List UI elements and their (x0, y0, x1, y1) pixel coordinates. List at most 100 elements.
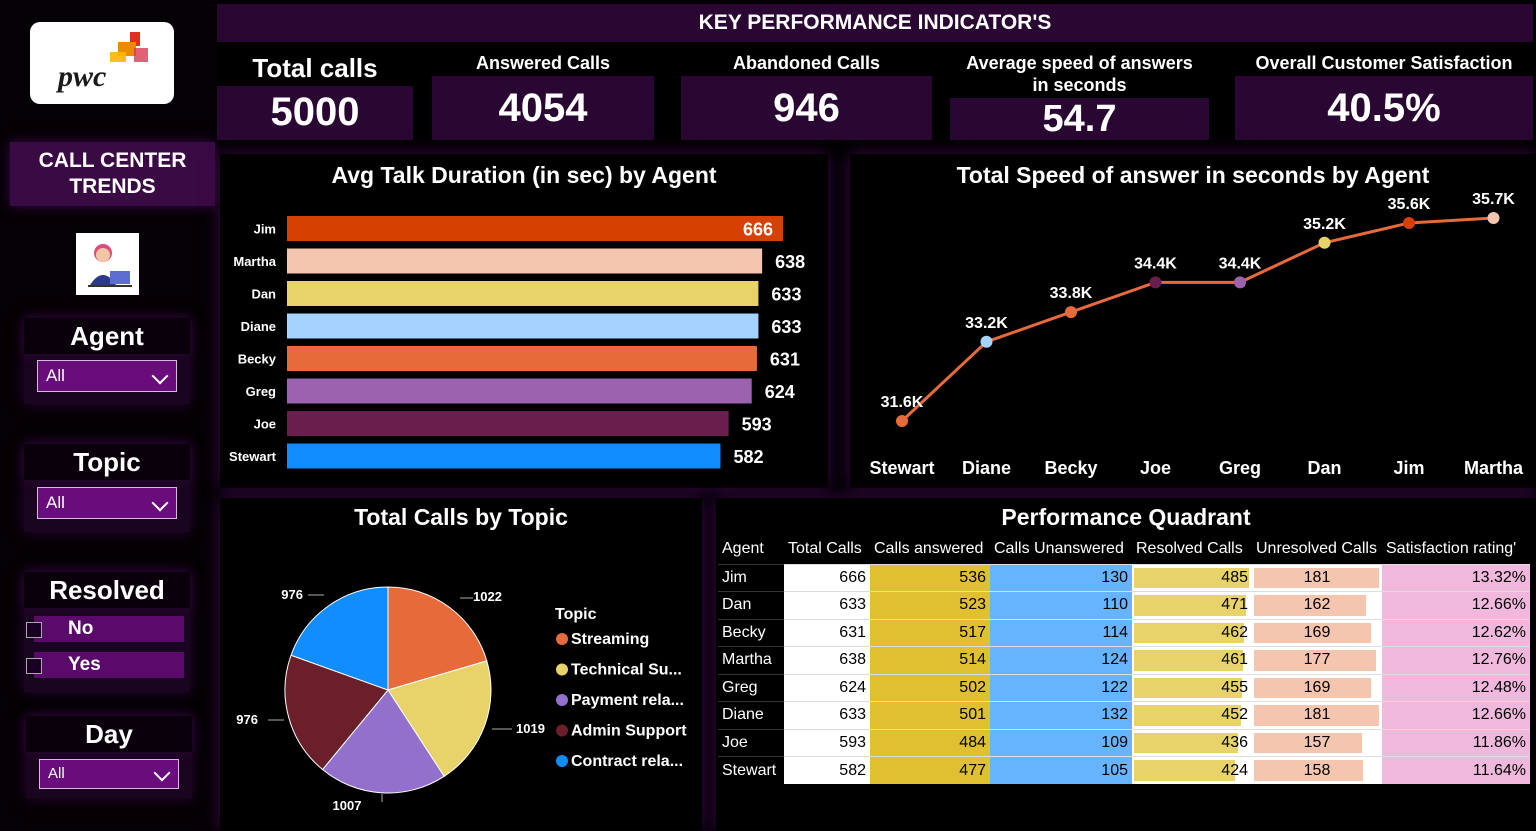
table-cell: Jim (718, 563, 784, 592)
column-header[interactable]: Total Calls (784, 534, 870, 564)
day-dropdown[interactable]: All (39, 759, 179, 789)
cell-value: 12.62% (1471, 623, 1526, 641)
legend-label: Payment rela... (571, 692, 684, 709)
column-header[interactable]: Unresolved Calls (1252, 534, 1382, 564)
agent-dropdown[interactable]: All (37, 360, 177, 392)
resolved-filter: Resolved No Yes (24, 572, 190, 692)
cell-value: 501 (959, 706, 986, 724)
table-cell: 11.86% (1382, 728, 1530, 757)
bar-data-label: 666 (743, 220, 773, 240)
table-row: Diane 633 501 132 452 181 12.66% (718, 701, 1530, 729)
bar (287, 411, 729, 436)
cell-value: 593 (839, 733, 866, 751)
cell-value: 162 (1303, 596, 1331, 614)
kpi-value: 5000 (270, 90, 360, 134)
table-title: Performance Quadrant (1001, 504, 1251, 530)
column-header[interactable]: Resolved Calls (1132, 534, 1252, 564)
resolved-option-no[interactable]: No (26, 616, 184, 642)
table-cell: 157 (1252, 728, 1382, 757)
cell-value: 132 (1101, 706, 1128, 724)
bar (287, 378, 752, 404)
legend-swatch (556, 724, 568, 737)
x-tick-label: Martha (1464, 458, 1524, 478)
table-cell: 132 (990, 701, 1132, 729)
table-cell: 424 (1132, 756, 1252, 784)
day-filter-label: Day (26, 716, 192, 752)
table-row: Jim 666 536 130 485 181 13.32% (718, 563, 1530, 592)
checkbox[interactable] (26, 658, 42, 674)
day-filter: Day All (26, 716, 192, 798)
data-label: 33.2K (965, 315, 1008, 332)
bar (287, 248, 763, 274)
kpi-label: Abandoned Calls (681, 50, 932, 76)
cell-value: 436 (1221, 733, 1248, 751)
cell-value: 181 (1303, 706, 1331, 724)
resolved-option-yes[interactable]: Yes (26, 652, 184, 678)
cell-value: 514 (959, 651, 986, 669)
legend-label: Admin Support (571, 723, 687, 740)
kpi-value: 4054 (498, 86, 588, 130)
sidebar (0, 0, 216, 831)
table-cell: 593 (784, 728, 870, 757)
bar-data-label: 624 (765, 382, 795, 402)
cell-value: 536 (959, 568, 986, 586)
topic-dropdown[interactable]: All (37, 487, 177, 519)
cell-value: 502 (959, 678, 986, 696)
table-cell: 514 (870, 646, 990, 674)
performance-table: Agent Total Calls Calls answered Calls Unan… (718, 534, 1530, 784)
table-row: Becky 631 517 114 462 169 12.62% (718, 618, 1530, 647)
table-row: Stewart 582 477 105 424 158 11.64% (718, 756, 1530, 784)
column-header[interactable]: Agent (718, 534, 784, 564)
cell-value: 12.48% (1471, 678, 1526, 696)
table-cell: 12.62% (1382, 618, 1530, 647)
table-cell: 12.48% (1382, 673, 1530, 702)
legend-title: Topic (555, 606, 597, 623)
cell-value: 477 (959, 761, 986, 779)
legend-swatch (556, 663, 568, 676)
dashboard-title: CALL CENTER TRENDS (10, 142, 215, 206)
slice-data-label: 1019 (516, 721, 545, 736)
table-cell: 633 (784, 591, 870, 619)
data-label: 34.4K (1219, 255, 1262, 272)
table-row: Dan 633 523 110 471 162 12.66% (718, 591, 1530, 619)
bar-category-label: Diane (241, 319, 276, 334)
bar-data-label: 633 (771, 285, 801, 305)
calls-by-topic-panel: Total Calls by Topic 1022 1019 1007 976 976 T… (220, 498, 702, 831)
table-cell: 12.66% (1382, 591, 1530, 619)
agent-avatar-icon (76, 233, 139, 295)
resolved-filter-label: Resolved (24, 572, 190, 608)
slice-data-label: 1022 (473, 589, 502, 604)
chevron-down-icon (153, 764, 171, 782)
kpi-label: Overall Customer Satisfaction (1235, 50, 1533, 76)
legend-swatch (556, 694, 568, 706)
table-cell: 638 (784, 646, 870, 674)
table-cell: 130 (990, 563, 1132, 592)
agent-filter-label: Agent (24, 318, 190, 354)
x-tick-label: Dan (1307, 458, 1341, 478)
bar-category-label: Becky (238, 352, 277, 367)
day-dropdown-value: All (48, 765, 65, 782)
table-cell: 471 (1132, 591, 1252, 619)
table-cell: Greg (718, 673, 784, 702)
cell-value: 13.32% (1471, 568, 1526, 586)
data-point (1487, 212, 1500, 224)
kpi-value: 946 (773, 86, 840, 130)
speed-of-answer-panel: Total Speed of answer in seconds by Agen… (850, 154, 1536, 488)
kpi-label: Total calls (217, 50, 413, 86)
checkbox[interactable] (26, 622, 42, 638)
column-header[interactable]: Calls Unanswered (990, 534, 1132, 564)
cell-value: 452 (1221, 706, 1248, 724)
table-cell: 436 (1132, 728, 1252, 757)
x-tick-label: Stewart (869, 458, 934, 478)
cell-value: 11.64% (1472, 761, 1526, 779)
bar-data-label: 582 (733, 447, 763, 467)
data-label: 34.4K (1134, 255, 1177, 272)
column-header[interactable]: Satisfaction rating' (1382, 534, 1530, 564)
cell-value: 471 (1221, 596, 1248, 614)
data-point (980, 335, 993, 348)
bar-data-label: 638 (775, 252, 805, 272)
cell-value: 523 (959, 596, 986, 614)
bar (287, 443, 721, 469)
table-cell: 501 (870, 701, 990, 729)
column-header[interactable]: Calls answered (870, 534, 990, 564)
